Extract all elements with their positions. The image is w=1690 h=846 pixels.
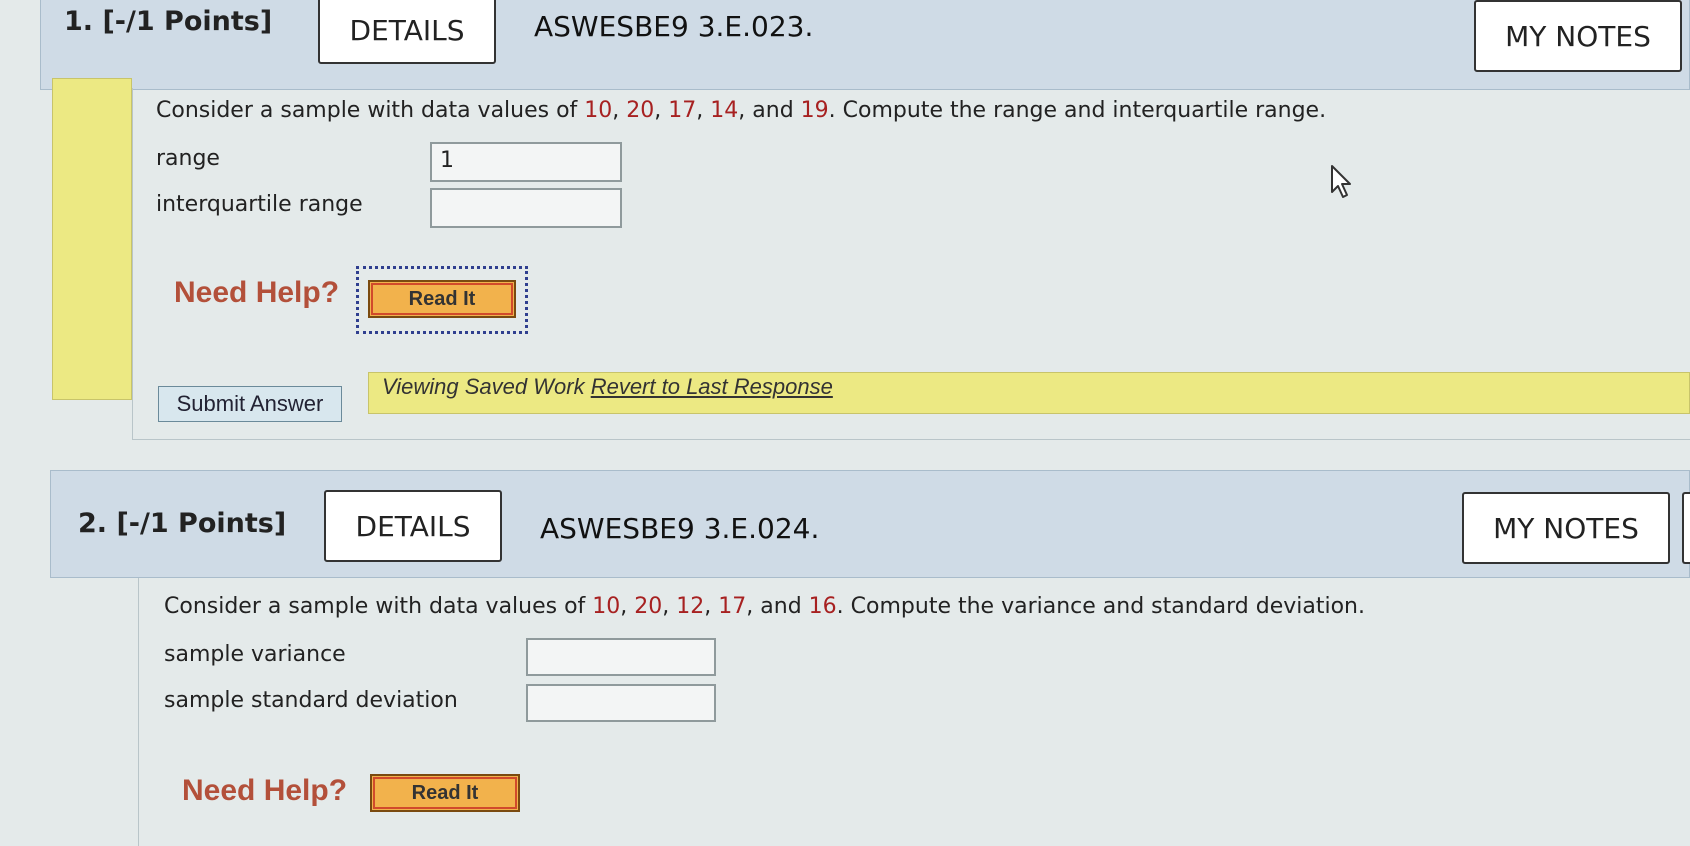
- sample-variance-input[interactable]: [526, 638, 716, 676]
- question-2-header: [50, 470, 1690, 578]
- submit-answer-button[interactable]: Submit Answer: [158, 386, 342, 422]
- data-value: 12: [676, 594, 705, 619]
- sample-variance-label: sample variance: [164, 642, 346, 667]
- interquartile-range-input[interactable]: [430, 188, 622, 228]
- range-input[interactable]: 1: [430, 142, 622, 182]
- question-1-status-bar: [52, 78, 132, 400]
- question-2-my-notes-button[interactable]: MY NOTES: [1462, 492, 1670, 564]
- saved-work-text: Viewing Saved Work Revert to Last Respon…: [382, 374, 833, 399]
- data-value: 10: [584, 98, 613, 123]
- question-1-label: 1. [-/1 Points]: [64, 6, 273, 37]
- question-1-text: Consider a sample with data values of 10…: [156, 98, 1327, 123]
- question-1-details-button[interactable]: DETAILS: [318, 0, 496, 64]
- data-value: 19: [800, 98, 829, 123]
- question-1-need-help: Need Help?: [174, 276, 340, 309]
- data-value: 14: [710, 98, 739, 123]
- question-2-read-it-button[interactable]: Read It: [370, 774, 520, 812]
- question-2-need-help: Need Help?: [182, 774, 348, 807]
- revert-link[interactable]: Revert to Last Response: [591, 374, 833, 399]
- question-1-my-notes-button[interactable]: MY NOTES: [1474, 0, 1682, 72]
- question-1-header: [40, 0, 1690, 90]
- question-1-code: ASWESBE9 3.E.023.: [534, 10, 814, 43]
- cut-off-button-edge[interactable]: [1682, 492, 1690, 564]
- sample-standard-deviation-input[interactable]: [526, 684, 716, 722]
- question-2-label: 2. [-/1 Points]: [78, 508, 287, 539]
- mouse-pointer-icon: [1331, 165, 1351, 198]
- data-value: 20: [626, 98, 655, 123]
- data-value: 10: [592, 594, 621, 619]
- question-2-code: ASWESBE9 3.E.024.: [540, 512, 820, 545]
- question-2-details-button[interactable]: DETAILS: [324, 490, 502, 562]
- interquartile-range-label: interquartile range: [156, 192, 363, 217]
- question-1-read-it-button[interactable]: Read It: [368, 280, 516, 318]
- data-value: 17: [668, 98, 697, 123]
- range-label: range: [156, 146, 220, 171]
- question-2-text: Consider a sample with data values of 10…: [164, 594, 1365, 619]
- sample-standard-deviation-label: sample standard deviation: [164, 688, 458, 713]
- data-value: 20: [634, 594, 663, 619]
- data-value: 17: [718, 594, 747, 619]
- data-value: 16: [808, 594, 837, 619]
